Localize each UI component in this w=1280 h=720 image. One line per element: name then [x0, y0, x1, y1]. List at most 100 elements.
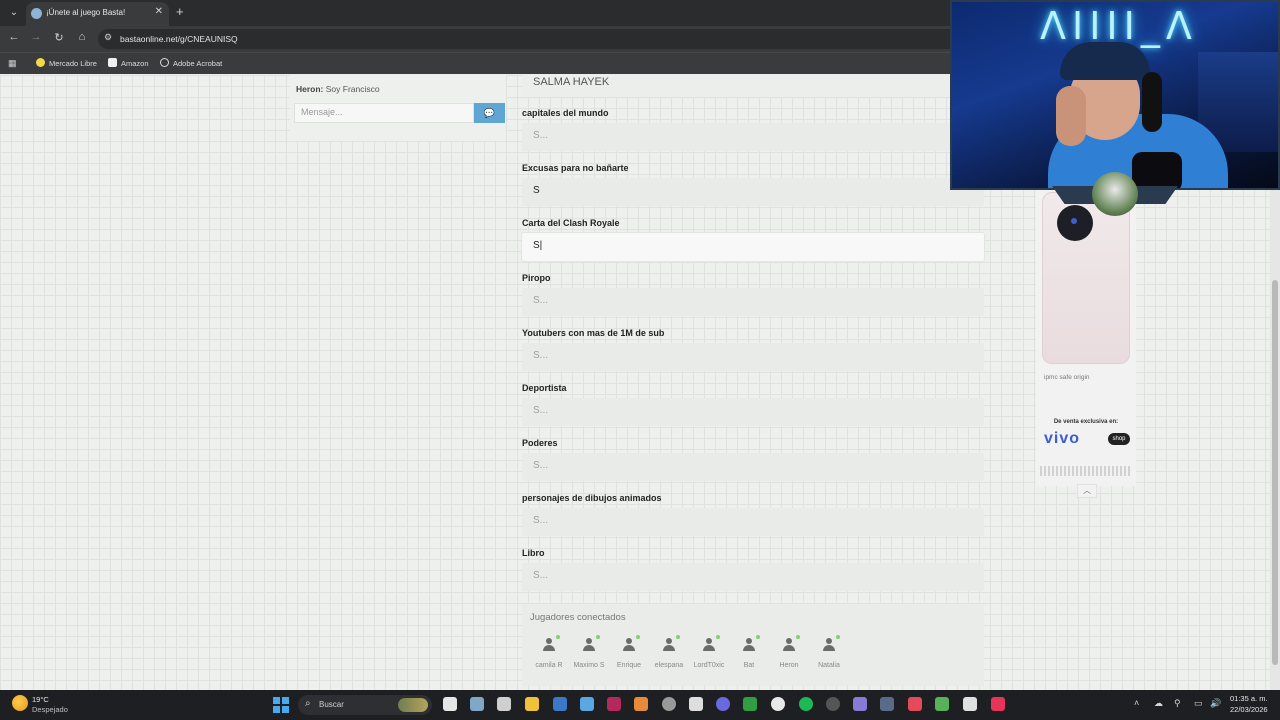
chrome-icon[interactable] [771, 697, 785, 711]
chat-text: Soy Francisco [325, 84, 380, 94]
network-icon[interactable]: ▭ [1194, 698, 1203, 709]
user-icon [582, 635, 600, 652]
url-text[interactable]: bastaonline.net/g/CNEAUNISQ [120, 34, 238, 44]
players-title: Jugadores conectados [530, 612, 626, 623]
chat-bubble-icon: 💬 [483, 108, 496, 118]
ad-exclusive-text: De venta exclusiva en: [1053, 419, 1119, 425]
field-label-clash-royale: Carta del Clash Royale [522, 218, 620, 228]
advertisement[interactable]: ipmc safe origin De venta exclusiva en: … [1036, 188, 1136, 486]
field-input-piropo[interactable]: S... [522, 288, 984, 316]
field-label-capitales: capitales del mundo [522, 108, 609, 118]
app-icon[interactable] [853, 697, 867, 711]
file-explorer-icon[interactable] [525, 697, 539, 711]
field-input-clash-royale[interactable]: S| [522, 233, 984, 261]
steam-icon[interactable] [826, 697, 840, 711]
user-icon [542, 635, 560, 652]
xbox-icon[interactable] [743, 697, 757, 711]
cloud-icon[interactable]: ☁ [1154, 698, 1163, 709]
browser-tab[interactable]: ¡Únete al juego Basta! ✕ [26, 2, 169, 26]
weather-moon-icon[interactable] [12, 695, 28, 711]
discord-icon[interactable] [716, 697, 730, 711]
eagle-logo-icon [1092, 172, 1138, 216]
app-icon[interactable] [553, 697, 567, 711]
clock-date[interactable]: 22/03/2026 [1230, 705, 1268, 714]
field-input-youtubers[interactable]: S... [522, 343, 984, 371]
app-icon[interactable] [880, 697, 894, 711]
taskbar-search[interactable]: ⌕ Buscar [298, 695, 432, 715]
search-label: Buscar [319, 700, 344, 709]
apps-grid-icon[interactable]: ▦ [8, 58, 17, 69]
snipping-icon[interactable] [689, 697, 703, 711]
microphone-icon[interactable]: ⚲ [1174, 698, 1181, 709]
online-dot-icon [796, 635, 800, 639]
previous-answer-input[interactable]: SALMA HAYEK [522, 75, 984, 97]
bookmark-mercado-libre[interactable]: Mercado Libre [36, 58, 97, 68]
field-input-excusas[interactable]: S [522, 178, 984, 206]
tiktok-icon[interactable] [991, 697, 1005, 711]
search-icon: ⌕ [305, 698, 311, 709]
weather-temperature[interactable]: 19°C [32, 695, 49, 704]
ad-fine-print [1040, 466, 1132, 476]
forward-arrow-icon[interactable]: → [29, 31, 43, 43]
chat-message-input[interactable]: Mensaje... [294, 103, 474, 123]
bookmark-amazon[interactable]: Amazon [108, 58, 149, 68]
field-input-deportista[interactable]: S... [522, 398, 984, 426]
tf-app-icon[interactable] [908, 697, 922, 711]
weather-description[interactable]: Despejado [32, 705, 68, 714]
task-view-icon[interactable] [443, 697, 457, 711]
home-icon[interactable]: ⌂ [75, 31, 89, 43]
site-info-icon[interactable]: ⚙ [104, 32, 112, 43]
clock-time[interactable]: 01:35 a. m. [1230, 694, 1268, 703]
bookmark-adobe-acrobat[interactable]: Adobe Acrobat [160, 58, 222, 68]
windows-taskbar: 19°C Despejado ⌕ Buscar ˄ ☁ ⚲ ▭ 🔊 01:35 … [0, 690, 1280, 720]
field-label-dibujos-animados: personajes de dibujos animados [522, 493, 662, 503]
send-message-button[interactable]: 💬 [474, 103, 505, 123]
field-label-piropo: Piropo [522, 273, 551, 283]
streamer-hand [1056, 86, 1086, 146]
new-tab-button[interactable]: + [176, 5, 184, 19]
player-name: Natalia [818, 662, 840, 669]
reload-icon[interactable]: ↻ [52, 31, 66, 44]
volume-icon[interactable]: 🔊 [1210, 698, 1221, 709]
close-tab-icon[interactable]: ✕ [155, 6, 163, 17]
next-app-icon[interactable] [607, 697, 621, 711]
tab-search-button[interactable]: ⌄ [6, 5, 22, 21]
address-bar[interactable]: ⚙ bastaonline.net/g/CNEAUNISQ [98, 29, 958, 49]
field-input-dibujos-animados[interactable]: S... [522, 508, 984, 536]
field-input-capitales[interactable]: S... [522, 123, 984, 151]
chevron-up-icon[interactable]: ˄ [1134, 698, 1139, 708]
store-icon[interactable] [497, 697, 511, 711]
online-dot-icon [716, 635, 720, 639]
amazon-icon [108, 58, 117, 67]
user-icon [782, 635, 800, 652]
field-input-poderes[interactable]: S... [522, 453, 984, 481]
settings-icon[interactable] [470, 697, 484, 711]
spotify-icon[interactable] [799, 697, 813, 711]
chat-message: Heron: Soy Francisco [296, 84, 380, 94]
player-item: Natalia [806, 635, 852, 669]
field-label-poderes: Poderes [522, 438, 558, 448]
capcut-icon[interactable] [963, 697, 977, 711]
online-dot-icon [676, 635, 680, 639]
connected-players-panel: Jugadores conectados camila R Maximo S E… [522, 604, 984, 686]
streamer-cap [1060, 42, 1150, 80]
back-arrow-icon[interactable]: ← [7, 31, 21, 43]
scrollbar-thumb[interactable] [1272, 280, 1278, 665]
field-input-libro[interactable]: S... [522, 563, 984, 591]
field-label-libro: Libro [522, 548, 545, 558]
app-icon[interactable] [935, 697, 949, 711]
site-favicon-icon [31, 8, 42, 19]
ad-phone-image [1042, 192, 1130, 364]
ad-shop-badge: shop [1108, 433, 1130, 445]
chevron-up-icon[interactable]: ︿ [1077, 484, 1097, 498]
ad-brand-logo: vivo [1044, 430, 1081, 447]
online-dot-icon [836, 635, 840, 639]
photos-icon[interactable] [634, 697, 648, 711]
tab-title: ¡Únete al juego Basta! [46, 8, 126, 17]
notepad-icon[interactable] [580, 697, 594, 711]
start-windows-icon[interactable] [273, 697, 289, 713]
obs-icon[interactable] [662, 697, 676, 711]
online-dot-icon [556, 635, 560, 639]
field-label-deportista: Deportista [522, 383, 567, 393]
mercado-libre-icon [36, 58, 45, 67]
